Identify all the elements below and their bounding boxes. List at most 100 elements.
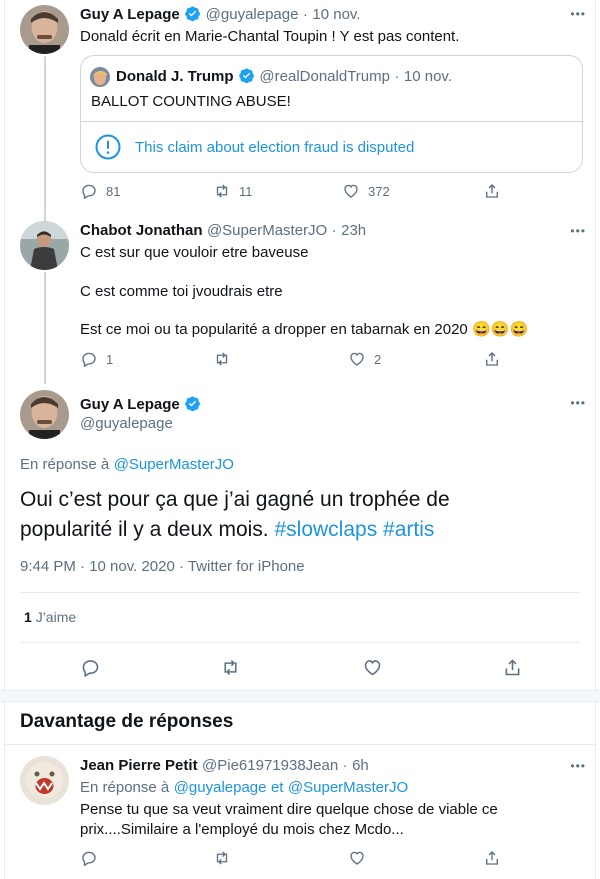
separator: · (342, 757, 348, 774)
reply-icon (82, 184, 96, 200)
share-button[interactable] (483, 350, 501, 368)
heart-icon (350, 352, 364, 366)
author-name[interactable]: Chabot Jonathan (80, 222, 203, 239)
more-options-icon[interactable]: ••• (570, 759, 586, 773)
tweet-meta-time-source[interactable]: 9:44 PM · 10 nov. 2020 · Twitter for iPh… (20, 558, 305, 575)
more-options-icon[interactable]: ••• (570, 7, 586, 21)
tweet-text-line: C est sur que vouloir etre baveuse (80, 244, 309, 261)
more-replies-heading: Davantage de réponses (20, 711, 234, 732)
reply-to-label: En réponse à (80, 779, 170, 796)
heart-icon (344, 184, 358, 198)
reply-context: En réponse à @SuperMasterJO (20, 456, 234, 474)
quote-divider (81, 121, 582, 122)
reply-count: 81 (106, 183, 121, 199)
info-circle-icon (95, 134, 121, 160)
main-tweet-text: Oui c’est pour ça que j’ai gagné un trop… (20, 485, 450, 545)
author-name[interactable]: Guy A Lepage (80, 396, 180, 413)
reply-icon (82, 352, 96, 368)
hashtag-link[interactable]: #artis (383, 518, 434, 541)
tweet-text-line: C est comme toi jvoudrais etre (80, 283, 283, 300)
author-handle[interactable]: @SuperMasterJO (207, 222, 327, 239)
tweet-text-line: prix....Similaire a l'employé du mois ch… (80, 821, 404, 838)
like-button[interactable] (362, 657, 383, 678)
share-icon (505, 659, 520, 676)
like-button[interactable]: 372 (342, 182, 390, 200)
share-button[interactable] (483, 182, 501, 200)
verified-badge-icon (239, 68, 254, 84)
timestamp[interactable]: 10 nov. (312, 6, 360, 23)
tweet1-header: Guy A Lepage @guyalepage · 10 nov. (80, 5, 360, 24)
separator: · (331, 222, 337, 239)
tweet2-header: Chabot Jonathan @SuperMasterJO · 23h (80, 222, 366, 240)
author-handle[interactable]: @guyalepage (80, 415, 173, 432)
more-options-icon[interactable]: ••• (570, 396, 586, 410)
share-button[interactable] (502, 657, 523, 678)
retweet-button[interactable] (220, 657, 241, 678)
retweet-icon (224, 659, 237, 676)
hashtag-link[interactable]: #slowclaps (274, 518, 377, 541)
emoji-grin: 😄😄😄 (472, 321, 529, 338)
main-tweet-line: Oui c’est pour ça que j’ai gagné un trop… (20, 488, 450, 511)
divider (20, 642, 580, 643)
quoted-tweet[interactable]: Donald J. Trump @realDonaldTrump · 10 no… (80, 55, 583, 173)
heart-icon (350, 851, 364, 865)
author-handle[interactable]: @Pie61971938Jean (202, 757, 338, 774)
share-icon (486, 184, 498, 198)
tweet-text: Donald écrit en Marie-Chantal Toupin ! Y… (80, 28, 460, 45)
share-icon (486, 352, 498, 366)
timestamp[interactable]: 6h (352, 757, 369, 774)
tweet-text-line: Pense tu que sa veut vraiment dire quelq… (80, 801, 498, 818)
like-button[interactable]: 2 (348, 350, 381, 368)
main-tweet-text-plain: popularité il y a deux mois. (20, 518, 269, 541)
thread-connector (44, 56, 46, 224)
avatar-chabot-jonathan[interactable] (20, 221, 69, 270)
quote-author-handle: @realDonaldTrump (259, 68, 390, 85)
reply-to-handle-link[interactable]: @SuperMasterJO (114, 456, 234, 473)
tweet-text: Est ce moi ou ta popularité a dropper en… (80, 321, 468, 338)
reply-icon (82, 660, 99, 678)
share-icon (486, 851, 498, 865)
timestamp[interactable]: 23h (341, 222, 366, 239)
avatar-guy-lepage[interactable] (20, 5, 69, 54)
reply-to-handle-link[interactable]: @SuperMasterJO (288, 779, 408, 796)
disputed-claim-notice[interactable]: This claim about election fraud is dispu… (95, 134, 414, 160)
quote-header: Donald J. Trump @realDonaldTrump · 10 no… (116, 67, 452, 86)
reply-button[interactable]: 81 (80, 182, 120, 200)
avatar-jean-pierre-petit[interactable] (20, 756, 69, 805)
verified-badge-icon (185, 396, 201, 412)
retweet-icon (216, 184, 228, 198)
quote-timestamp: 10 nov. (403, 68, 452, 85)
divider (20, 592, 580, 593)
avatar-guy-lepage[interactable] (20, 390, 69, 439)
like-button[interactable] (348, 849, 366, 867)
separator: · (302, 6, 308, 23)
reply-button[interactable]: 1 (80, 350, 113, 368)
reply-button[interactable] (80, 849, 98, 867)
share-button[interactable] (483, 849, 501, 867)
verified-badge-icon (185, 6, 201, 22)
author-handle[interactable]: @guyalepage (206, 6, 299, 23)
separator: · (394, 68, 400, 85)
reply-count: 1 (106, 351, 114, 367)
retweet-button[interactable] (213, 350, 231, 368)
likes-summary[interactable]: 1 J’aime (24, 609, 76, 625)
retweet-button[interactable]: 11 (213, 182, 253, 200)
likes-count: 1 (24, 609, 32, 625)
author-name[interactable]: Guy A Lepage (80, 6, 180, 23)
more-options-icon[interactable]: ••• (570, 224, 586, 238)
reply-icon (82, 851, 96, 867)
tweet-text-line: Est ce moi ou ta popularité a dropper en… (80, 320, 528, 339)
retweet-button[interactable] (213, 849, 231, 867)
reply-to-handle-link[interactable]: @guyalepage (174, 779, 267, 796)
author-name[interactable]: Jean Pierre Petit (80, 757, 198, 774)
main-author-name-row: Guy A Lepage (80, 395, 201, 414)
reply-button[interactable] (80, 657, 101, 678)
quote-author-name: Donald J. Trump (116, 68, 234, 85)
reply-to-label: En réponse à (20, 456, 110, 473)
section-separator (0, 690, 600, 702)
retweet-icon (216, 851, 228, 865)
avatar-trump (90, 67, 110, 87)
heart-icon (364, 660, 381, 676)
like-count: 2 (374, 351, 382, 367)
reply-context: En réponse à @guyalepage et @SuperMaster… (80, 779, 408, 797)
